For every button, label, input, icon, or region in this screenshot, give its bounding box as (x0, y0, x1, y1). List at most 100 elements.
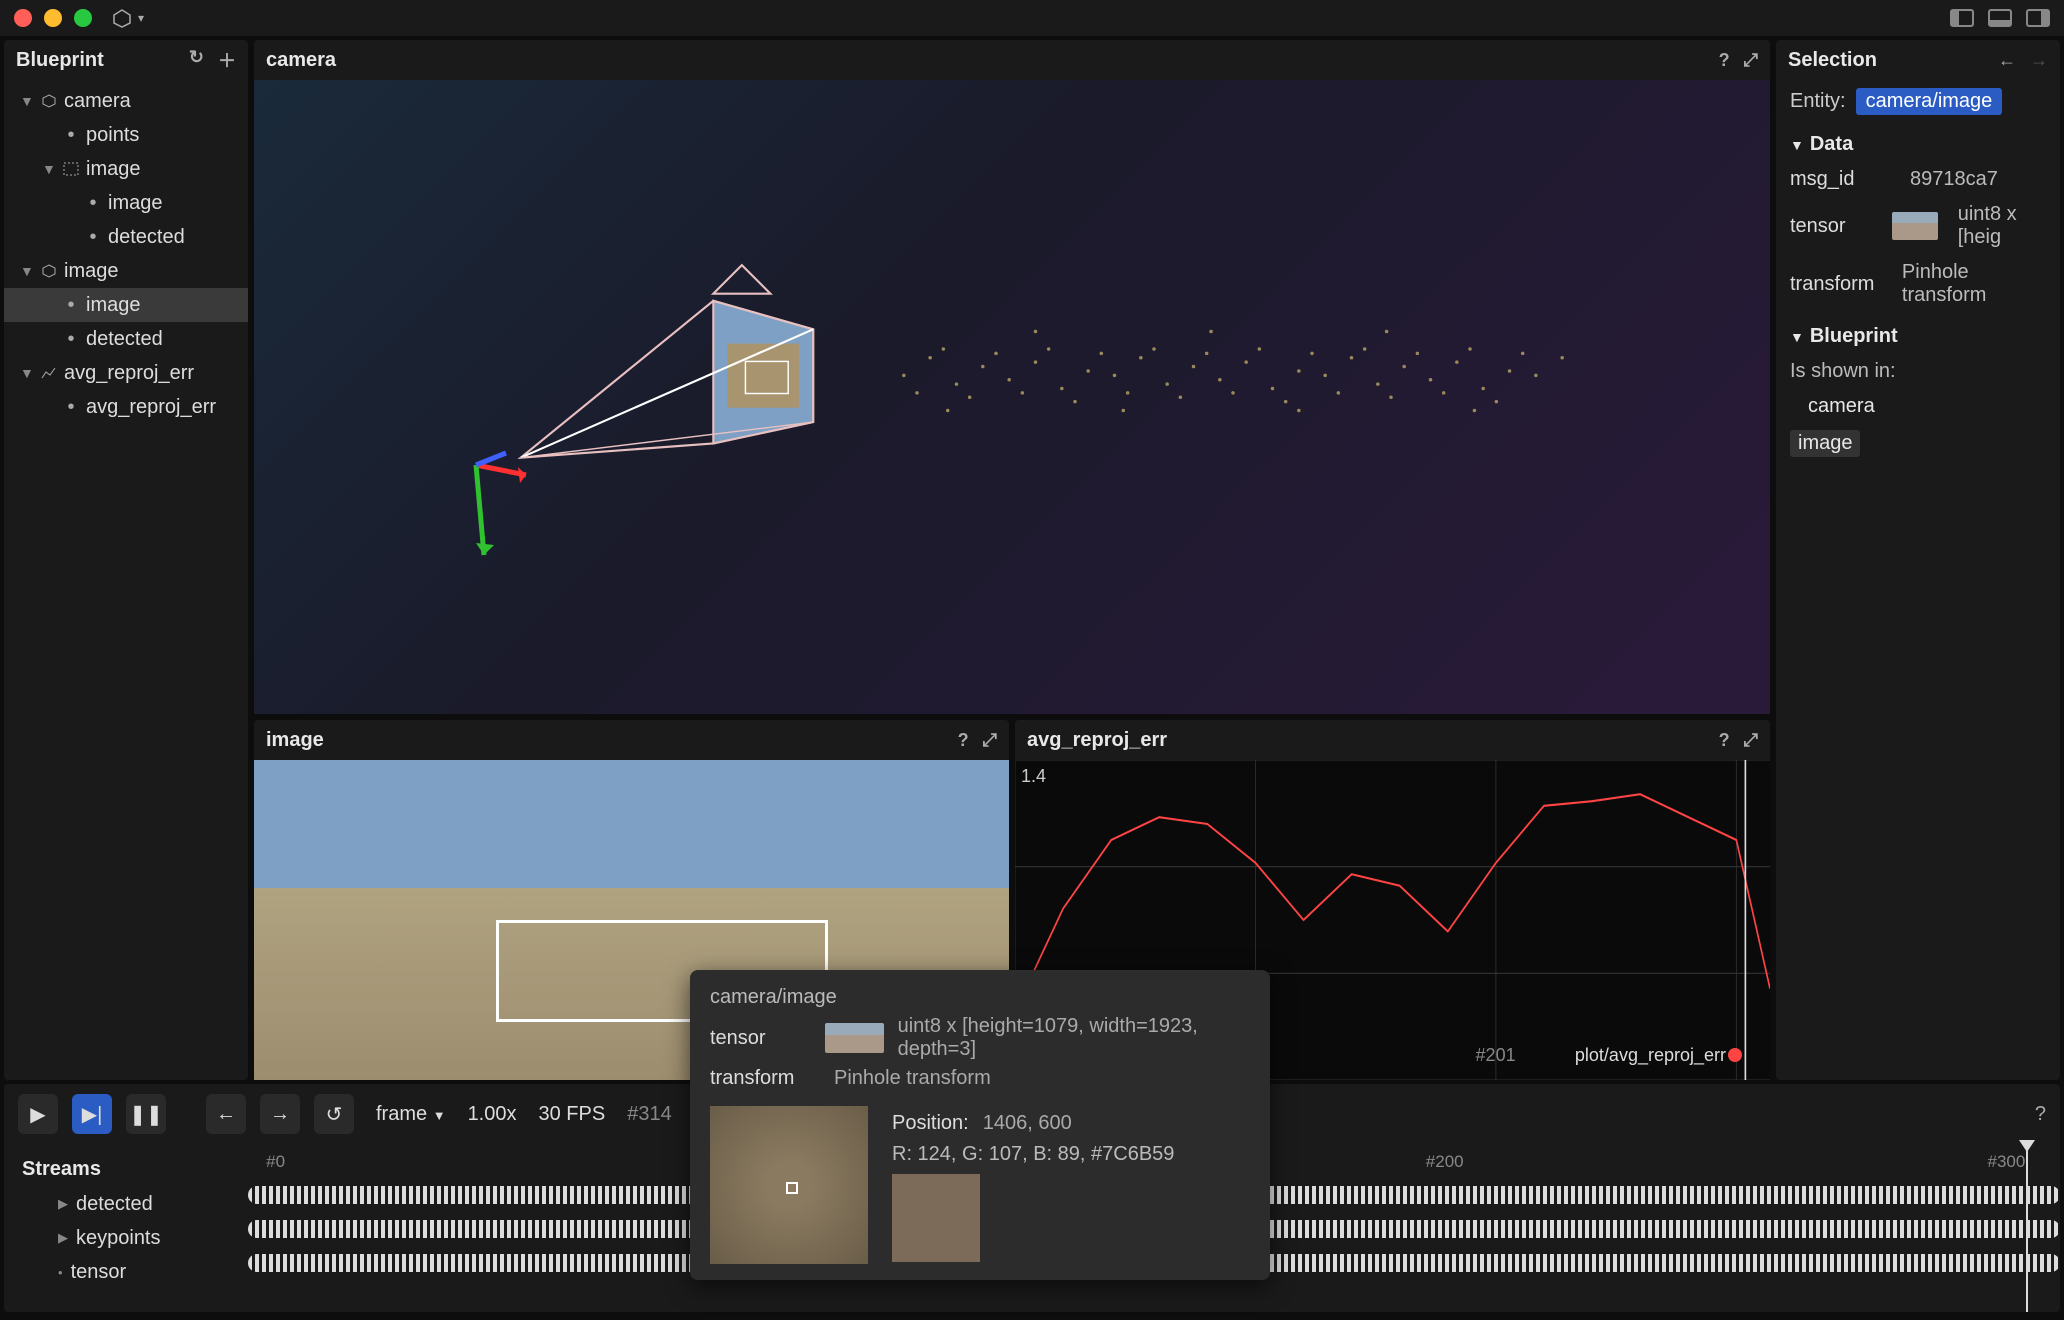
tree-item-detected2[interactable]: • detected (4, 322, 248, 356)
viewport-3d-canvas[interactable] (254, 80, 1770, 714)
maximize-icon[interactable]: ⤢ (1744, 50, 1758, 71)
plot-x-tick: #201 (1476, 1045, 1516, 1066)
viewport-header: camera ? ⤢ (254, 40, 1770, 80)
shown-in-image[interactable]: image (1790, 430, 1860, 457)
expand-arrow-icon[interactable]: ▶ (58, 1196, 68, 1212)
reset-blueprint-button[interactable]: ↻ (189, 47, 204, 73)
tree-label: points (86, 124, 139, 147)
maximize-icon[interactable]: ⤢ (983, 730, 997, 751)
add-blueprint-button[interactable]: ＋ (218, 47, 236, 73)
expand-arrow-icon[interactable]: ▼ (20, 93, 34, 109)
step-forward-button[interactable]: → (260, 1094, 300, 1134)
tensor-value: uint8 x [heig (1958, 203, 2046, 249)
maximize-window-button[interactable] (74, 9, 92, 27)
tree-item-image-view[interactable]: ▼ image (4, 254, 248, 288)
follow-button[interactable]: ▶| (72, 1094, 112, 1134)
maximize-icon[interactable]: ⤢ (1744, 730, 1758, 751)
tree-item-camera[interactable]: ▼ camera (4, 84, 248, 118)
dot-icon: • (62, 126, 80, 144)
pause-button[interactable]: ❚❚ (126, 1094, 166, 1134)
chevron-down-icon: ▼ (433, 1108, 446, 1123)
minimize-window-button[interactable] (44, 9, 62, 27)
tensor-thumbnail (1892, 212, 1938, 240)
tree-label: image (86, 294, 140, 317)
chevron-down-icon: ▼ (1790, 329, 1804, 345)
tree-item-image-frame[interactable]: ▼ image (4, 152, 248, 186)
help-icon[interactable]: ? (2035, 1103, 2046, 1126)
tree-item-image-child[interactable]: • image (4, 186, 248, 220)
dot-icon: • (84, 194, 102, 212)
data-section-header[interactable]: ▼ Data (1790, 133, 2046, 156)
msg-id-key: msg_id (1790, 168, 1890, 191)
tree-item-avg-reproj[interactable]: ▼ avg_reproj_err (4, 356, 248, 390)
selection-header: Selection ← → (1776, 40, 2060, 80)
toggle-bottom-panel-button[interactable] (1988, 9, 2012, 27)
tree-item-points[interactable]: • points (4, 118, 248, 152)
transform-value: Pinhole transform (1902, 261, 2046, 307)
transform-key: transform (1790, 273, 1882, 296)
axis-gizmo (466, 435, 546, 575)
hover-rgb-value: R: 124, G: 107, B: 89, #7C6B59 (892, 1143, 1174, 1166)
tree-item-image-selected[interactable]: • image (4, 288, 248, 322)
layout-toggle-group (1950, 9, 2050, 27)
chevron-down-icon: ▼ (1790, 137, 1804, 153)
timeline-unit-selector[interactable]: frame ▼ (376, 1103, 446, 1126)
dot-icon: • (62, 296, 80, 314)
blueprint-header: Blueprint ↻ ＋ (4, 40, 248, 80)
stream-row-detected[interactable]: ▶ detected (4, 1187, 248, 1221)
plot-panel-title: avg_reproj_err (1027, 729, 1167, 752)
shown-in-camera[interactable]: camera (1790, 395, 2046, 418)
msg-id-value: 89718ca7 (1910, 168, 1998, 191)
loop-button[interactable]: ↺ (314, 1094, 354, 1134)
image-panel-title: image (266, 729, 324, 752)
app-logo-icon (112, 8, 132, 28)
tree-label: image (108, 192, 162, 215)
plot-series-label: plot/avg_reproj_err (1575, 1045, 1726, 1066)
cube-icon (40, 92, 58, 110)
hover-position-value: 1406, 600 (983, 1112, 1072, 1135)
frame-icon (62, 160, 80, 178)
tree-item-avg-reproj-child[interactable]: • avg_reproj_err (4, 390, 248, 424)
expand-arrow-icon[interactable]: ▼ (20, 263, 34, 279)
hover-position-key: Position: (892, 1112, 969, 1135)
expand-arrow-icon[interactable]: ▶ (58, 1230, 68, 1246)
help-icon[interactable]: ? (1719, 50, 1730, 71)
playback-speed[interactable]: 1.00x (468, 1103, 517, 1126)
timeline-tick: #200 (1426, 1152, 1464, 1172)
nav-back-button[interactable]: ← (1998, 50, 2016, 71)
step-back-button[interactable]: ← (206, 1094, 246, 1134)
close-window-button[interactable] (14, 9, 32, 27)
blueprint-title: Blueprint (16, 49, 104, 72)
blueprint-section-header[interactable]: ▼ Blueprint (1790, 325, 2046, 348)
playhead[interactable] (2026, 1144, 2028, 1312)
streams-labels: Streams ▶ detected ▶ keypoints • tensor (4, 1144, 248, 1312)
entity-chip[interactable]: camera/image (1856, 88, 2003, 115)
dot-icon: • (62, 330, 80, 348)
image-panel-header: image ? ⤢ (254, 720, 1009, 760)
hover-tensor-thumbnail (825, 1023, 884, 1053)
play-button[interactable]: ▶ (18, 1094, 58, 1134)
stream-row-tensor[interactable]: • tensor (4, 1255, 248, 1289)
expand-arrow-icon[interactable]: ▼ (20, 365, 34, 381)
app-menu[interactable]: ▾ (112, 8, 144, 28)
hover-transform-value: Pinhole transform (834, 1067, 991, 1090)
nav-forward-button[interactable]: → (2030, 50, 2048, 71)
tree-item-detected[interactable]: • detected (4, 220, 248, 254)
tree-label: avg_reproj_err (64, 362, 194, 385)
toggle-right-panel-button[interactable] (2026, 9, 2050, 27)
window-controls (14, 9, 92, 27)
stream-row-keypoints[interactable]: ▶ keypoints (4, 1221, 248, 1255)
tree-label: image (64, 260, 118, 283)
help-icon[interactable]: ? (958, 730, 969, 751)
hover-tensor-value: uint8 x [height=1079, width=1923, depth=… (898, 1015, 1250, 1061)
help-icon[interactable]: ? (1719, 730, 1730, 751)
toggle-left-panel-button[interactable] (1950, 9, 1974, 27)
dot-icon: • (62, 398, 80, 416)
timeline-tick: #0 (266, 1152, 285, 1172)
dot-icon: • (58, 1265, 63, 1280)
pixel-hover-tooltip: camera/image tensor uint8 x [height=1079… (690, 970, 1270, 1280)
plot-panel-header: avg_reproj_err ? ⤢ (1015, 720, 1770, 760)
expand-arrow-icon[interactable]: ▼ (42, 161, 56, 177)
playback-fps[interactable]: 30 FPS (539, 1103, 606, 1126)
streams-title: Streams (4, 1152, 248, 1187)
